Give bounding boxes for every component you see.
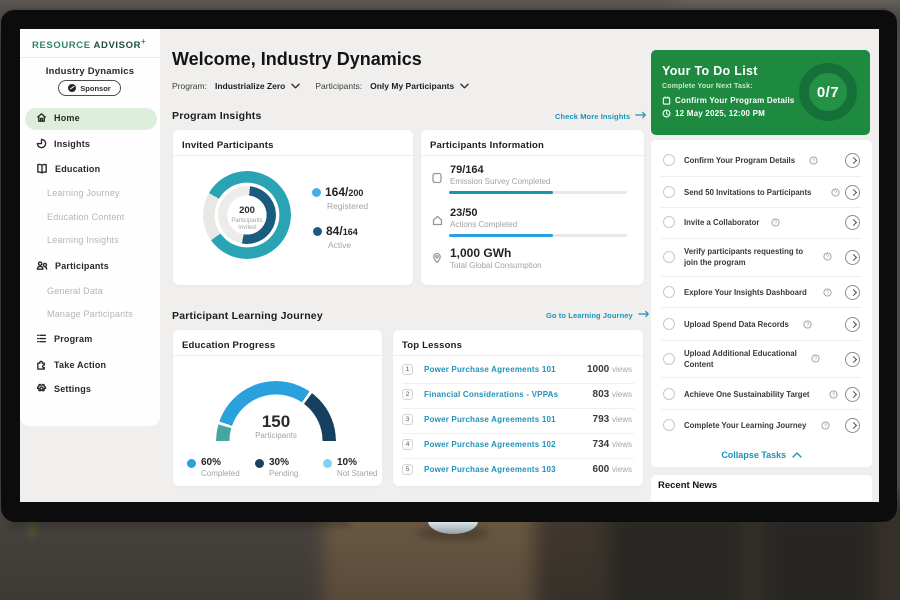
svg-text:?: ?	[832, 392, 835, 398]
svg-text:?: ?	[826, 254, 829, 260]
svg-text:?: ?	[814, 356, 817, 362]
svg-text:?: ?	[834, 190, 837, 196]
svg-text:?: ?	[826, 290, 829, 296]
svg-text:?: ?	[824, 423, 827, 429]
svg-text:?: ?	[774, 220, 777, 226]
svg-text:?: ?	[812, 158, 815, 164]
svg-text:?: ?	[806, 322, 809, 328]
